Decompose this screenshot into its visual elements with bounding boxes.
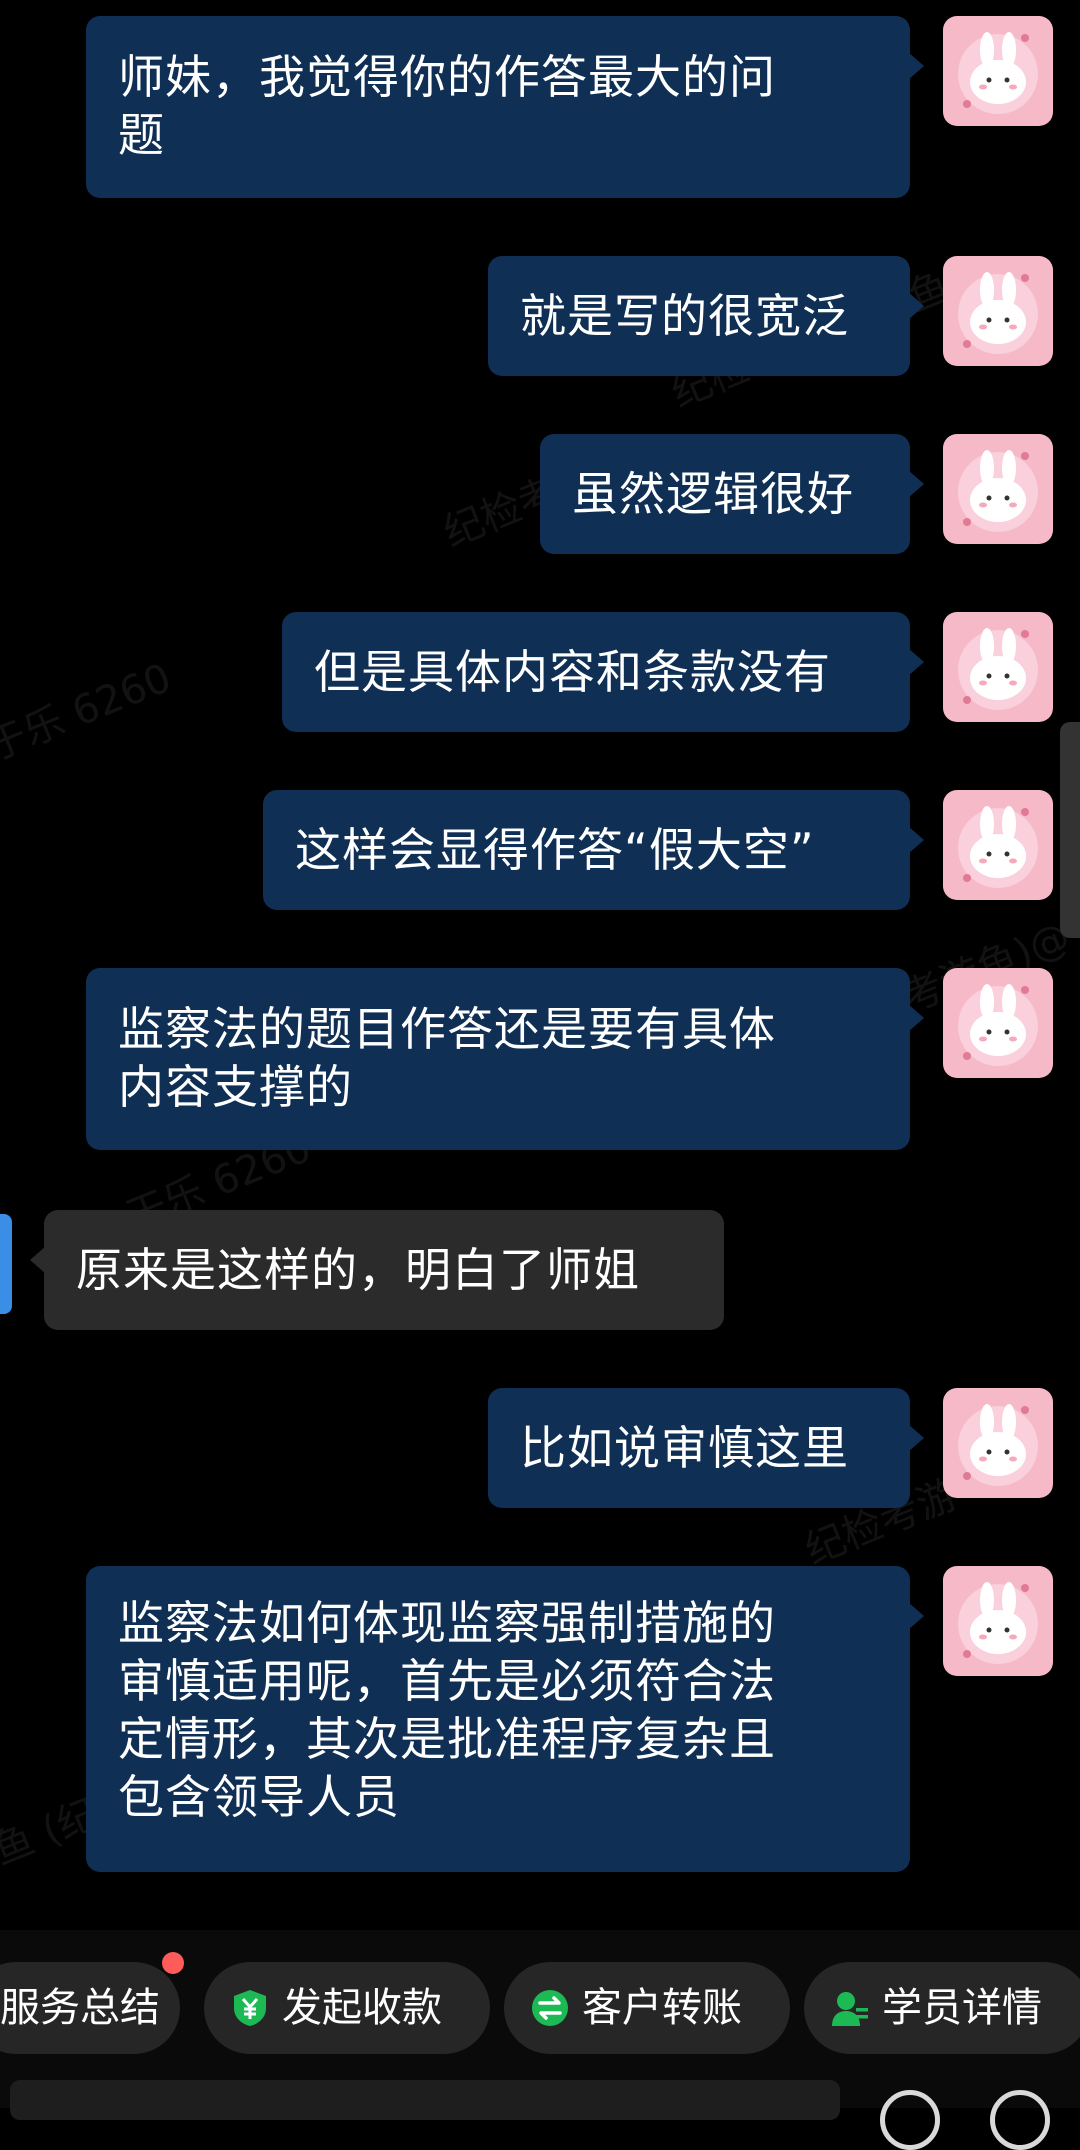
avatar[interactable] bbox=[943, 968, 1053, 1078]
contact-avatar[interactable] bbox=[0, 1214, 12, 1314]
message-bubble[interactable]: 但是具体内容和条款没有 bbox=[282, 612, 924, 732]
chip-label: 服务总结 bbox=[0, 1985, 160, 2031]
message-line: 审慎适用呢，首先是必须符合法 bbox=[118, 1654, 776, 1708]
message-line: 虽然逻辑很好 bbox=[572, 467, 854, 521]
bunny-avatar-icon bbox=[943, 434, 1053, 544]
avatar[interactable] bbox=[943, 1566, 1053, 1676]
avatar[interactable] bbox=[943, 434, 1053, 544]
message-bubble[interactable]: 监察法如何体现监察强制措施的 审慎适用呢，首先是必须符合法 定情形，其次是批准程… bbox=[86, 1566, 924, 1872]
bunny-avatar-icon bbox=[943, 612, 1053, 722]
message-bubble[interactable]: 监察法的题目作答还是要有具体 内容支撑的 bbox=[86, 968, 924, 1150]
chip-service-summary[interactable]: 服务总结 bbox=[0, 1952, 184, 2054]
chat-area[interactable]: 纪检考游鱼)@鱼教 纪检考 于乐 6260 纪检考游鱼)@ 干乐 6260 纪检… bbox=[0, 0, 1080, 1930]
message-line: 内容支撑的 bbox=[118, 1060, 353, 1114]
avatar[interactable] bbox=[943, 1388, 1053, 1498]
avatar[interactable] bbox=[943, 256, 1053, 366]
message-line: 这样会显得作答“假大空” bbox=[295, 823, 815, 877]
message-line: 监察法的题目作答还是要有具体 bbox=[118, 1002, 776, 1056]
student-icon bbox=[832, 1992, 868, 2026]
avatar[interactable] bbox=[943, 16, 1053, 126]
bunny-avatar-icon bbox=[943, 16, 1053, 126]
scrollbar-thumb[interactable] bbox=[1060, 722, 1080, 938]
avatar[interactable] bbox=[943, 790, 1053, 900]
watermark: 于乐 6260 bbox=[0, 654, 178, 771]
chip-label: 客户转账 bbox=[582, 1985, 742, 2031]
bunny-avatar-icon bbox=[943, 256, 1053, 366]
yuan-shield-icon bbox=[234, 1990, 266, 2026]
chip-label: 发起收款 bbox=[282, 1985, 442, 2031]
message-bubble[interactable]: 这样会显得作答“假大空” bbox=[263, 790, 924, 910]
bunny-avatar-icon bbox=[943, 968, 1053, 1078]
message-line: 比如说审慎这里 bbox=[520, 1421, 849, 1475]
message-bubble[interactable]: 原来是这样的，明白了师姐 bbox=[30, 1210, 724, 1330]
message-line: 但是具体内容和条款没有 bbox=[314, 645, 831, 699]
message-line: 原来是这样的，明白了师姐 bbox=[76, 1243, 640, 1297]
message-bubble[interactable]: 虽然逻辑很好 bbox=[540, 434, 924, 554]
bunny-avatar-icon bbox=[943, 1566, 1053, 1676]
message-line: 包含领导人员 bbox=[118, 1770, 400, 1824]
transfer-icon bbox=[532, 1990, 568, 2026]
message-bubble[interactable]: 就是写的很宽泛 bbox=[488, 256, 924, 376]
voice-button[interactable] bbox=[880, 2090, 940, 2150]
message-line: 师妹，我觉得你的作答最大的问 bbox=[118, 50, 776, 104]
chip-customer-transfer[interactable]: 客户转账 bbox=[504, 1962, 790, 2054]
bunny-avatar-icon bbox=[943, 790, 1053, 900]
message-input[interactable] bbox=[10, 2080, 840, 2120]
message-line: 题 bbox=[118, 108, 165, 162]
message-line: 就是写的很宽泛 bbox=[520, 289, 849, 343]
chip-label: 学员详情 bbox=[882, 1985, 1042, 2031]
chip-initiate-payment[interactable]: 发起收款 bbox=[204, 1962, 490, 2054]
more-button[interactable] bbox=[990, 2090, 1050, 2150]
avatar[interactable] bbox=[943, 612, 1053, 722]
message-bubble[interactable]: 师妹，我觉得你的作答最大的问 题 bbox=[86, 16, 924, 198]
bunny-avatar-icon bbox=[943, 1388, 1053, 1498]
notification-badge bbox=[162, 1952, 184, 1974]
message-line: 定情形，其次是批准程序复杂且 bbox=[118, 1712, 776, 1766]
message-line: 监察法如何体现监察强制措施的 bbox=[118, 1596, 776, 1650]
chip-student-details[interactable]: 学员详情 bbox=[804, 1962, 1080, 2054]
message-bubble[interactable]: 比如说审慎这里 bbox=[488, 1388, 924, 1508]
